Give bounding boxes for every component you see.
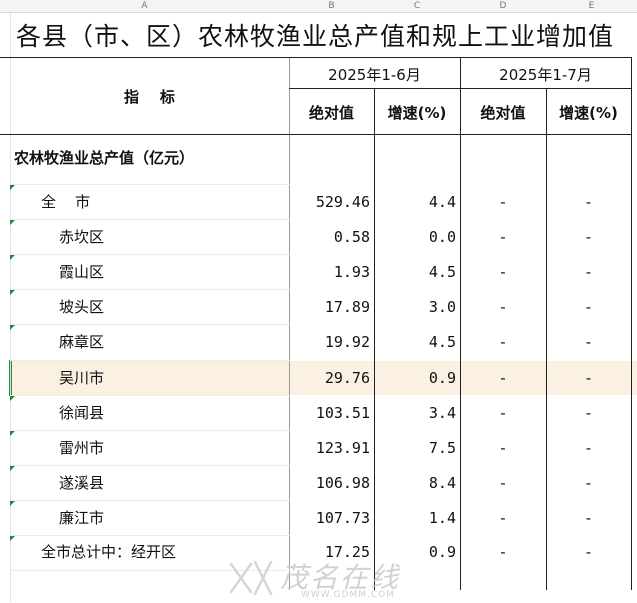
cell-comment-marker <box>10 396 15 401</box>
cell-comment-marker <box>10 220 15 225</box>
grid-hline <box>10 395 290 396</box>
abs-header-1: 绝对值 <box>308 104 354 122</box>
cell-comment-marker <box>10 466 15 471</box>
grid-hline <box>289 88 632 89</box>
grid-vline <box>631 57 632 590</box>
grid-hline <box>10 289 290 290</box>
grid-hline <box>10 535 290 536</box>
row-growth2[interactable]: - <box>546 368 631 388</box>
row-name[interactable]: 廉江市 <box>59 508 104 528</box>
row-abs2[interactable]: - <box>460 262 546 282</box>
row-name[interactable]: 赤坎区 <box>59 227 104 247</box>
watermark-url: WWW.GDMM.COM <box>301 590 395 600</box>
row-name[interactable]: 遂溪县 <box>59 473 104 493</box>
row-abs[interactable]: 29.76 <box>289 368 370 388</box>
row-name[interactable]: 全市总计中：经开区 <box>41 542 176 562</box>
cell-comment-marker <box>10 290 15 295</box>
row-growth2[interactable]: - <box>546 473 631 493</box>
period1-header: 2025年1-6月 <box>328 66 421 84</box>
row-growth[interactable]: 8.4 <box>374 473 456 493</box>
row-abs2[interactable]: - <box>460 473 546 493</box>
row-name[interactable]: 雷州市 <box>59 438 104 458</box>
cell-comment-marker <box>10 185 15 190</box>
abs-header-2: 绝对值 <box>480 104 526 122</box>
grid-hline <box>10 219 290 220</box>
row-abs[interactable]: 17.89 <box>289 297 370 317</box>
grid-hline <box>10 184 290 185</box>
row-growth2[interactable]: - <box>546 192 631 212</box>
row-name[interactable]: 吴川市 <box>59 368 104 388</box>
row-abs[interactable]: 107.73 <box>289 508 370 528</box>
row-abs2[interactable]: - <box>460 192 546 212</box>
row-name[interactable]: 霞山区 <box>59 262 104 282</box>
row-abs2[interactable]: - <box>460 508 546 528</box>
grid-hline <box>10 324 290 325</box>
row-growth[interactable]: 0.9 <box>374 368 456 388</box>
cell-comment-marker <box>10 501 15 506</box>
column-header-b[interactable]: B <box>289 0 374 13</box>
cell-comment-marker <box>10 325 15 330</box>
row-abs[interactable]: 0.58 <box>289 227 370 247</box>
indicator-header: 指 标 <box>124 88 175 106</box>
row-growth[interactable]: 3.0 <box>374 297 456 317</box>
row-growth2[interactable]: - <box>546 227 631 247</box>
grid-hline <box>10 430 290 431</box>
row-abs[interactable]: 19.92 <box>289 332 370 352</box>
row-growth2[interactable]: - <box>546 508 631 528</box>
row-growth[interactable]: 4.4 <box>374 192 456 212</box>
row-growth[interactable]: 4.5 <box>374 262 456 282</box>
row-growth2[interactable]: - <box>546 262 631 282</box>
column-header-e[interactable]: E <box>546 0 637 13</box>
column-header-d[interactable]: D <box>460 0 546 13</box>
row-abs2[interactable]: - <box>460 227 546 247</box>
period2-header: 2025年1-7月 <box>499 66 592 84</box>
row-growth2[interactable]: - <box>546 297 631 317</box>
grid-hline <box>10 254 290 255</box>
row-growth2[interactable]: - <box>546 403 631 423</box>
row-abs2[interactable]: - <box>460 297 546 317</box>
row-abs2[interactable]: - <box>460 542 546 562</box>
cell-comment-marker <box>10 255 15 260</box>
row-abs[interactable]: 123.91 <box>289 438 370 458</box>
row-abs2[interactable]: - <box>460 368 546 388</box>
row-abs[interactable]: 103.51 <box>289 403 370 423</box>
spreadsheet: A B C D E 各县（市、区）农林牧渔业总产值和规上工业增加值 指 标 20… <box>0 0 637 603</box>
grid-hline <box>0 134 632 135</box>
cell-comment-marker <box>10 431 15 436</box>
grid-hline <box>10 465 290 466</box>
grid-hline <box>10 500 290 501</box>
watermark-logo-icon <box>229 560 273 596</box>
grid-hline <box>0 57 632 58</box>
site-watermark: 茂名在线 WWW.GDMM.COM <box>225 556 425 600</box>
grid-hline <box>10 360 290 361</box>
column-header-c[interactable]: C <box>374 0 460 13</box>
row-name[interactable]: 全 市 <box>41 192 90 212</box>
row-growth2[interactable]: - <box>546 332 631 352</box>
row-growth[interactable]: 4.5 <box>374 332 456 352</box>
growth-header-2: 增速(%) <box>559 104 618 122</box>
row-abs[interactable]: 529.46 <box>289 192 370 212</box>
row-growth[interactable]: 7.5 <box>374 438 456 458</box>
row-growth[interactable]: 3.4 <box>374 403 456 423</box>
cell-comment-marker <box>10 536 15 541</box>
row-growth[interactable]: 1.4 <box>374 508 456 528</box>
row-growth2[interactable]: - <box>546 542 631 562</box>
row-abs2[interactable]: - <box>460 438 546 458</box>
row-name[interactable]: 坡头区 <box>59 297 104 317</box>
row-growth[interactable]: 0.0 <box>374 227 456 247</box>
table-title: 各县（市、区）农林牧渔业总产值和规上工业增加值 <box>15 22 614 51</box>
row-abs2[interactable]: - <box>460 403 546 423</box>
row-name[interactable]: 徐闻县 <box>59 403 104 423</box>
row-name[interactable]: 麻章区 <box>59 332 104 352</box>
row-abs[interactable]: 106.98 <box>289 473 370 493</box>
row-abs2[interactable]: - <box>460 332 546 352</box>
column-header-a[interactable]: A <box>0 0 289 13</box>
row-growth2[interactable]: - <box>546 438 631 458</box>
growth-header-1: 增速(%) <box>387 104 447 122</box>
row-abs[interactable]: 1.93 <box>289 262 370 282</box>
section-label: 农林牧渔业总产值（亿元） <box>14 149 195 167</box>
